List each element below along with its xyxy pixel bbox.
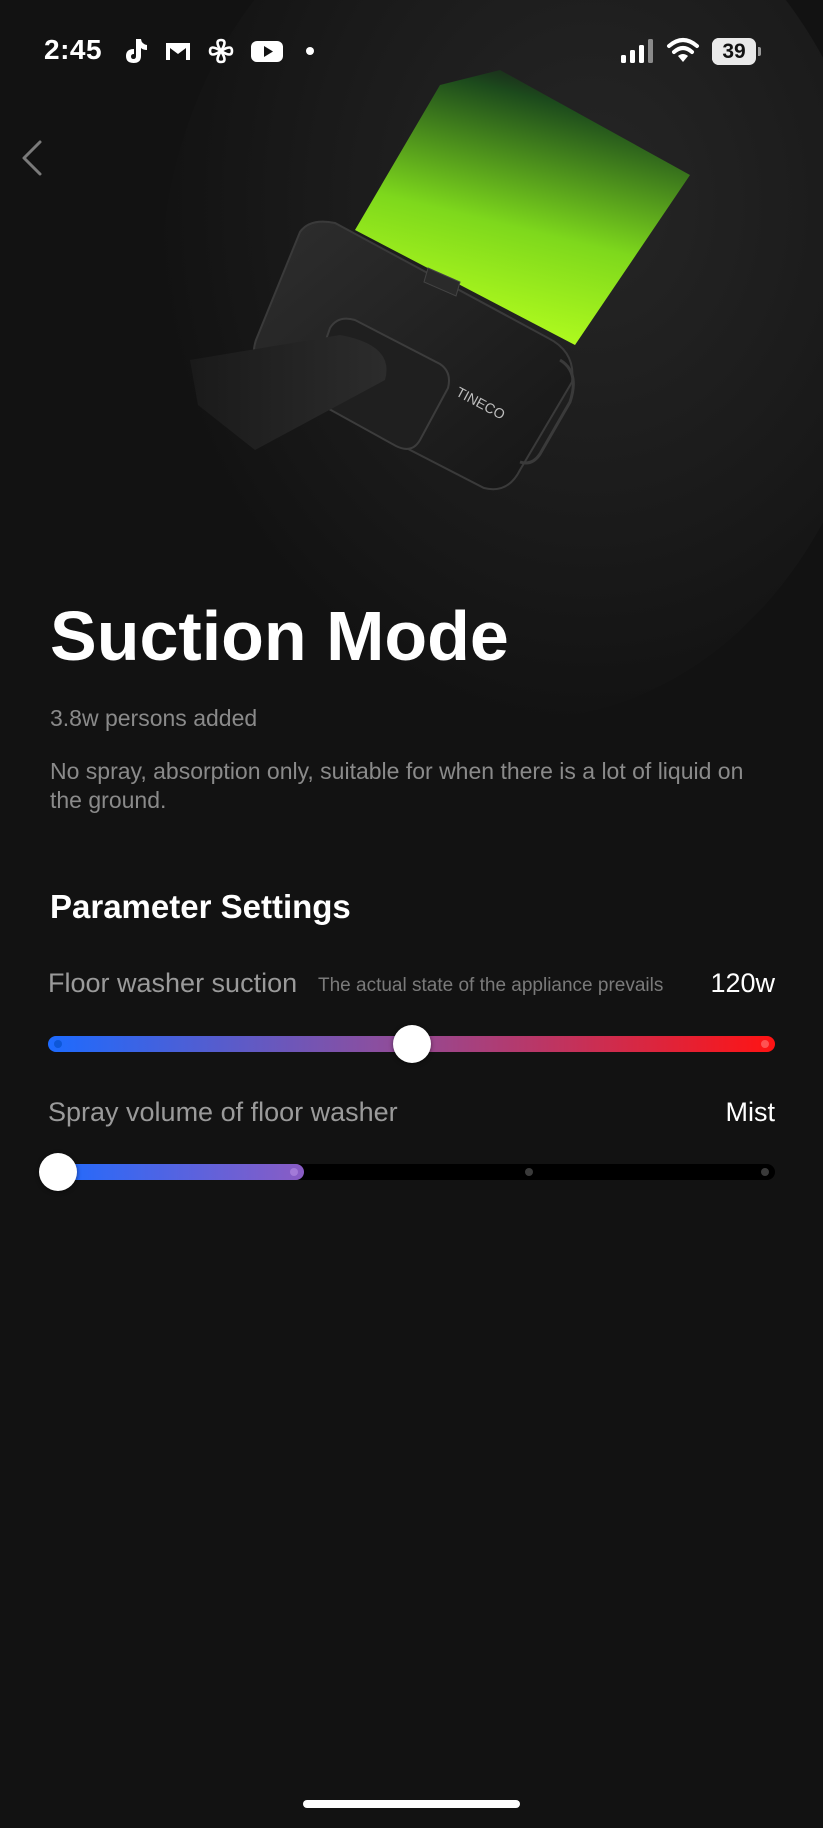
pinwheel-icon xyxy=(208,38,234,64)
mode-title: Suction Mode xyxy=(50,597,509,675)
suction-label: Floor washer suction xyxy=(48,968,298,998)
battery-body: 39 xyxy=(712,38,756,65)
battery-tip xyxy=(758,47,761,56)
suction-value: 120w xyxy=(710,968,775,998)
chevron-left-icon xyxy=(22,140,42,176)
spray-slider-fill xyxy=(48,1164,304,1180)
suction-slider-tick-end xyxy=(761,1040,769,1048)
suction-slider-tick-start xyxy=(54,1040,62,1048)
spray-volume-value: Mist xyxy=(725,1097,776,1127)
status-time: 2:45 xyxy=(44,34,103,65)
parameter-settings-title: Parameter Settings xyxy=(50,888,351,925)
tiktok-icon xyxy=(126,39,147,63)
status-bar: 2:45 39 xyxy=(0,0,823,100)
notification-dot xyxy=(306,47,314,55)
suction-slider-thumb[interactable] xyxy=(392,1025,431,1063)
suction-note: The actual state of the appliance prevai… xyxy=(318,975,664,996)
signal-icon xyxy=(621,39,653,63)
mail-icon xyxy=(166,43,190,60)
back-button[interactable] xyxy=(16,138,46,178)
spray-slider-tick[interactable] xyxy=(289,1168,298,1176)
mode-description: No spray, absorption only, suitable for … xyxy=(50,758,744,813)
spray-volume-slider[interactable] xyxy=(39,1153,775,1191)
spray-slider-tick[interactable] xyxy=(761,1168,769,1176)
spray-slider-thumb[interactable] xyxy=(39,1153,77,1191)
battery-percentage: 39 xyxy=(722,40,746,63)
users-added-count: 3.8w persons added xyxy=(50,705,258,731)
wifi-icon xyxy=(667,38,699,62)
youtube-icon xyxy=(251,41,283,62)
spray-volume-label: Spray volume of floor washer xyxy=(48,1097,398,1127)
suction-slider[interactable] xyxy=(48,1025,775,1063)
battery-icon: 39 xyxy=(712,38,762,65)
home-indicator[interactable] xyxy=(303,1800,520,1808)
